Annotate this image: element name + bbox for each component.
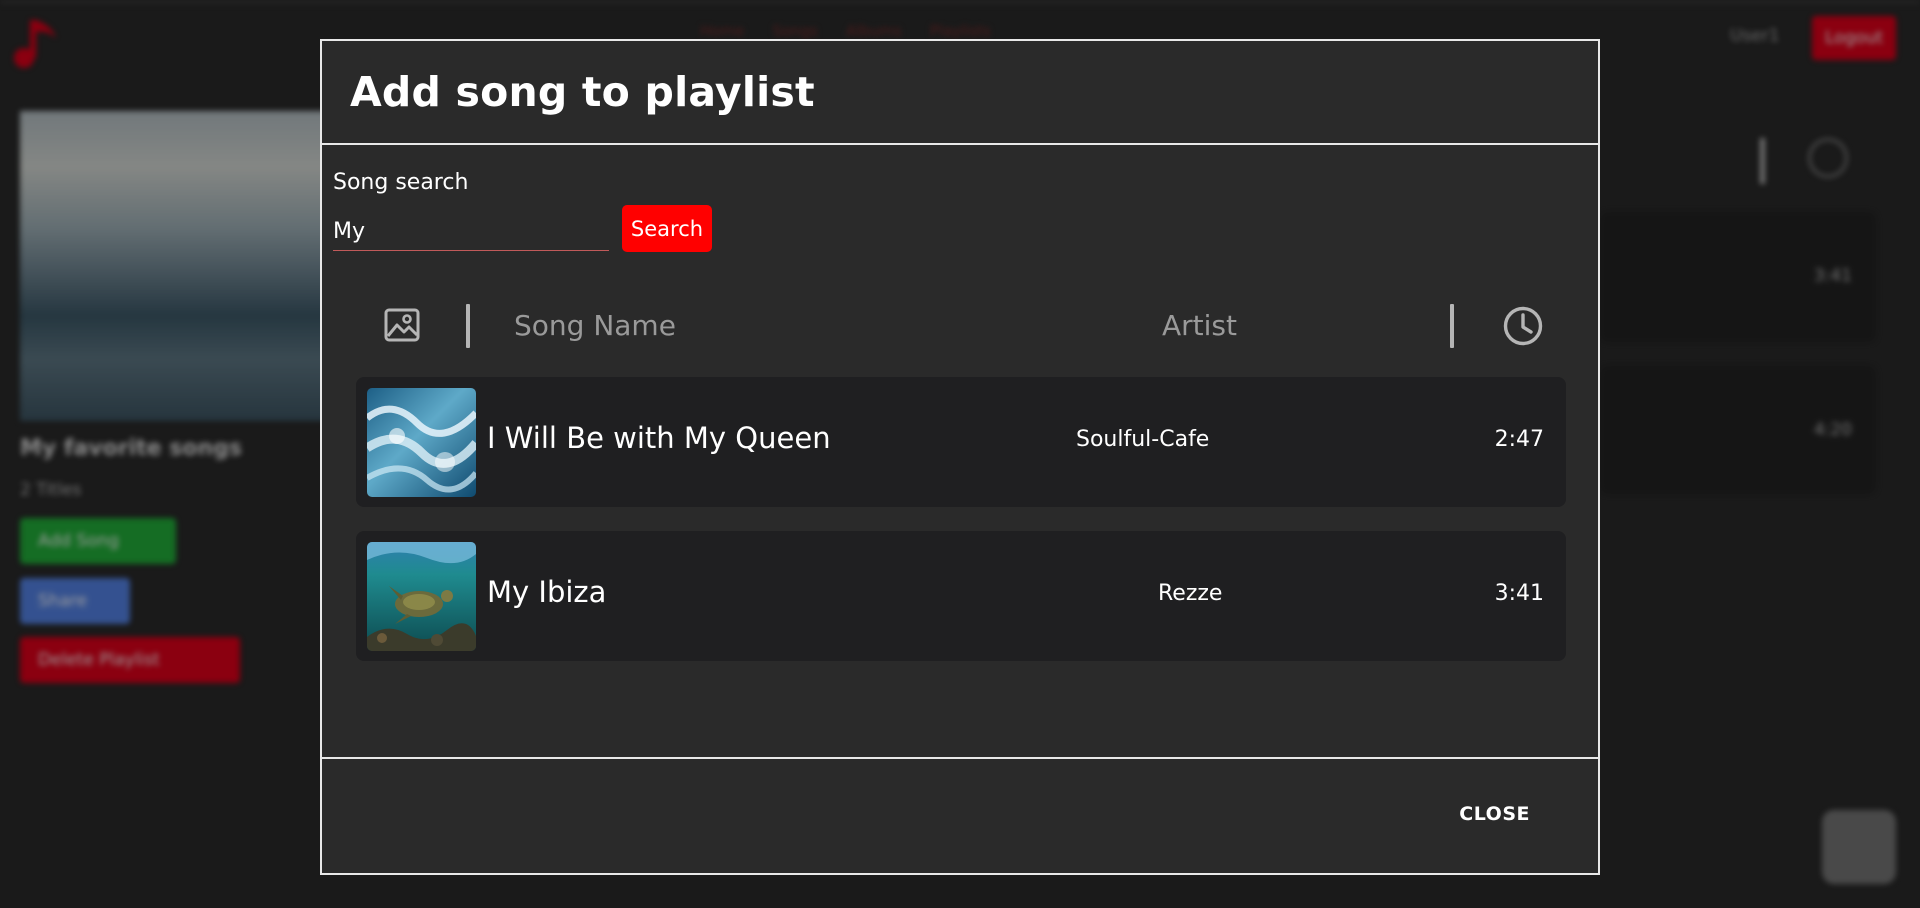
song-row[interactable]: I Will Be with My Queen Soulful-Cafe 2:4… xyxy=(356,377,1566,507)
clock-icon xyxy=(1503,306,1543,346)
column-header-song-name: Song Name xyxy=(514,309,676,342)
song-thumbnail xyxy=(367,388,476,497)
song-duration: 3:41 xyxy=(1494,581,1544,606)
modal-title: Add song to playlist xyxy=(350,68,815,116)
close-button[interactable]: CLOSE xyxy=(1459,795,1530,833)
image-icon xyxy=(384,308,420,342)
song-table-header: Song Name Artist xyxy=(356,297,1566,353)
song-artist: Soulful-Cafe xyxy=(1076,427,1210,452)
song-name: I Will Be with My Queen xyxy=(487,421,831,455)
column-divider xyxy=(1450,304,1454,348)
modal-body: Song search Search Song Name Artist xyxy=(322,145,1598,759)
add-song-modal: Add song to playlist Song search Search … xyxy=(320,39,1600,875)
column-divider xyxy=(466,304,470,348)
search-button[interactable]: Search xyxy=(622,205,712,252)
song-thumbnail xyxy=(367,542,476,651)
modal-footer: CLOSE xyxy=(322,759,1598,875)
sea-turtle-image xyxy=(367,542,476,651)
song-search-label: Song search xyxy=(333,170,469,195)
song-row[interactable]: My Ibiza Rezze 3:41 xyxy=(356,531,1566,661)
song-search-input[interactable] xyxy=(333,215,609,251)
song-artist: Rezze xyxy=(1158,581,1223,606)
song-name: My Ibiza xyxy=(487,575,607,609)
modal-header: Add song to playlist xyxy=(322,41,1598,145)
song-duration: 2:47 xyxy=(1494,427,1544,452)
ocean-wave-image xyxy=(367,388,476,497)
column-header-artist: Artist xyxy=(1162,309,1237,342)
